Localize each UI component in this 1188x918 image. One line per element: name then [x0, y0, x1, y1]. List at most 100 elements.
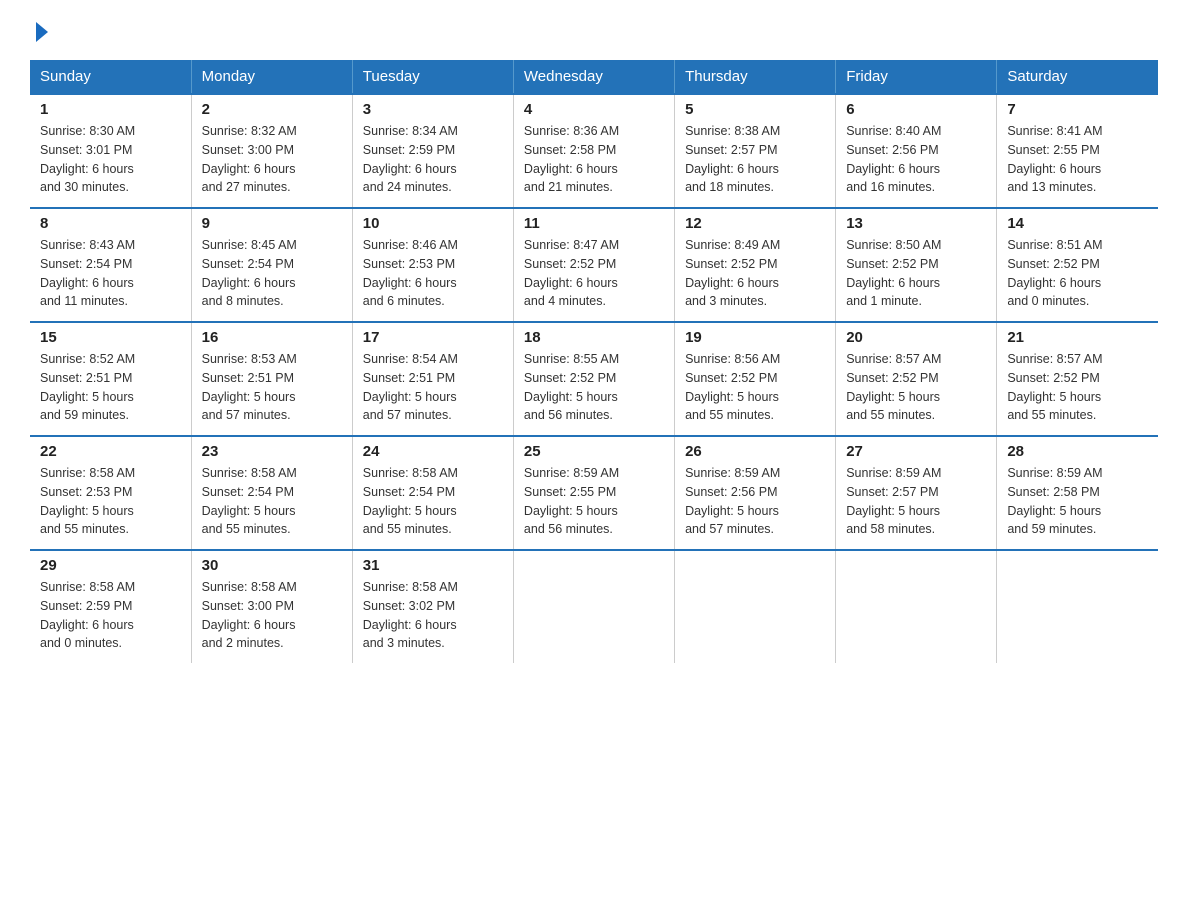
day-info: Sunrise: 8:32 AM Sunset: 3:00 PM Dayligh…	[202, 122, 342, 197]
day-number: 31	[363, 557, 503, 574]
day-cell: 16 Sunrise: 8:53 AM Sunset: 2:51 PM Dayli…	[191, 322, 352, 436]
day-info: Sunrise: 8:36 AM Sunset: 2:58 PM Dayligh…	[524, 122, 664, 197]
day-info: Sunrise: 8:56 AM Sunset: 2:52 PM Dayligh…	[685, 350, 825, 425]
day-info: Sunrise: 8:50 AM Sunset: 2:52 PM Dayligh…	[846, 236, 986, 311]
day-number: 2	[202, 101, 342, 118]
day-info: Sunrise: 8:57 AM Sunset: 2:52 PM Dayligh…	[1007, 350, 1148, 425]
day-cell: 8 Sunrise: 8:43 AM Sunset: 2:54 PM Daylig…	[30, 208, 191, 322]
week-row-4: 22 Sunrise: 8:58 AM Sunset: 2:53 PM Dayli…	[30, 436, 1158, 550]
day-cell: 10 Sunrise: 8:46 AM Sunset: 2:53 PM Dayli…	[352, 208, 513, 322]
day-cell: 7 Sunrise: 8:41 AM Sunset: 2:55 PM Daylig…	[997, 94, 1158, 208]
day-number: 15	[40, 329, 181, 346]
day-info: Sunrise: 8:55 AM Sunset: 2:52 PM Dayligh…	[524, 350, 664, 425]
day-number: 6	[846, 101, 986, 118]
day-cell: 13 Sunrise: 8:50 AM Sunset: 2:52 PM Dayli…	[836, 208, 997, 322]
day-number: 29	[40, 557, 181, 574]
day-cell: 3 Sunrise: 8:34 AM Sunset: 2:59 PM Daylig…	[352, 94, 513, 208]
day-cell: 19 Sunrise: 8:56 AM Sunset: 2:52 PM Dayli…	[675, 322, 836, 436]
day-info: Sunrise: 8:53 AM Sunset: 2:51 PM Dayligh…	[202, 350, 342, 425]
day-cell: 22 Sunrise: 8:58 AM Sunset: 2:53 PM Dayli…	[30, 436, 191, 550]
day-info: Sunrise: 8:57 AM Sunset: 2:52 PM Dayligh…	[846, 350, 986, 425]
day-cell: 26 Sunrise: 8:59 AM Sunset: 2:56 PM Dayli…	[675, 436, 836, 550]
day-cell: 5 Sunrise: 8:38 AM Sunset: 2:57 PM Daylig…	[675, 94, 836, 208]
day-number: 9	[202, 215, 342, 232]
weekday-header-saturday: Saturday	[997, 60, 1158, 94]
day-number: 16	[202, 329, 342, 346]
day-cell: 4 Sunrise: 8:36 AM Sunset: 2:58 PM Daylig…	[513, 94, 674, 208]
day-cell: 11 Sunrise: 8:47 AM Sunset: 2:52 PM Dayli…	[513, 208, 674, 322]
day-info: Sunrise: 8:40 AM Sunset: 2:56 PM Dayligh…	[846, 122, 986, 197]
day-info: Sunrise: 8:58 AM Sunset: 2:54 PM Dayligh…	[363, 464, 503, 539]
day-number: 28	[1007, 443, 1148, 460]
week-row-2: 8 Sunrise: 8:43 AM Sunset: 2:54 PM Daylig…	[30, 208, 1158, 322]
calendar-header: SundayMondayTuesdayWednesdayThursdayFrid…	[30, 60, 1158, 94]
day-number: 20	[846, 329, 986, 346]
day-number: 3	[363, 101, 503, 118]
day-cell	[675, 550, 836, 663]
day-cell: 23 Sunrise: 8:58 AM Sunset: 2:54 PM Dayli…	[191, 436, 352, 550]
day-number: 5	[685, 101, 825, 118]
week-row-3: 15 Sunrise: 8:52 AM Sunset: 2:51 PM Dayli…	[30, 322, 1158, 436]
day-cell: 20 Sunrise: 8:57 AM Sunset: 2:52 PM Dayli…	[836, 322, 997, 436]
weekday-header-row: SundayMondayTuesdayWednesdayThursdayFrid…	[30, 60, 1158, 94]
day-info: Sunrise: 8:58 AM Sunset: 2:54 PM Dayligh…	[202, 464, 342, 539]
day-cell: 1 Sunrise: 8:30 AM Sunset: 3:01 PM Daylig…	[30, 94, 191, 208]
day-cell: 12 Sunrise: 8:49 AM Sunset: 2:52 PM Dayli…	[675, 208, 836, 322]
day-cell: 15 Sunrise: 8:52 AM Sunset: 2:51 PM Dayli…	[30, 322, 191, 436]
weekday-header-monday: Monday	[191, 60, 352, 94]
day-info: Sunrise: 8:45 AM Sunset: 2:54 PM Dayligh…	[202, 236, 342, 311]
weekday-header-friday: Friday	[836, 60, 997, 94]
day-info: Sunrise: 8:30 AM Sunset: 3:01 PM Dayligh…	[40, 122, 181, 197]
day-info: Sunrise: 8:54 AM Sunset: 2:51 PM Dayligh…	[363, 350, 503, 425]
day-number: 1	[40, 101, 181, 118]
day-cell: 25Sunrise: 8:59 AM Sunset: 2:55 PM Dayli…	[513, 436, 674, 550]
day-number: 14	[1007, 215, 1148, 232]
weekday-header-wednesday: Wednesday	[513, 60, 674, 94]
day-info: Sunrise: 8:58 AM Sunset: 3:02 PM Dayligh…	[363, 578, 503, 653]
day-info: Sunrise: 8:41 AM Sunset: 2:55 PM Dayligh…	[1007, 122, 1148, 197]
day-number: 10	[363, 215, 503, 232]
day-info: Sunrise: 8:43 AM Sunset: 2:54 PM Dayligh…	[40, 236, 181, 311]
week-row-1: 1 Sunrise: 8:30 AM Sunset: 3:01 PM Daylig…	[30, 94, 1158, 208]
day-number: 21	[1007, 329, 1148, 346]
day-number: 27	[846, 443, 986, 460]
day-cell: 17Sunrise: 8:54 AM Sunset: 2:51 PM Dayli…	[352, 322, 513, 436]
header	[30, 20, 1158, 42]
day-number: 26	[685, 443, 825, 460]
day-info: Sunrise: 8:34 AM Sunset: 2:59 PM Dayligh…	[363, 122, 503, 197]
day-info: Sunrise: 8:58 AM Sunset: 3:00 PM Dayligh…	[202, 578, 342, 653]
day-cell	[513, 550, 674, 663]
day-info: Sunrise: 8:58 AM Sunset: 2:53 PM Dayligh…	[40, 464, 181, 539]
day-number: 22	[40, 443, 181, 460]
calendar-table: SundayMondayTuesdayWednesdayThursdayFrid…	[30, 60, 1158, 663]
day-info: Sunrise: 8:52 AM Sunset: 2:51 PM Dayligh…	[40, 350, 181, 425]
day-cell: 18Sunrise: 8:55 AM Sunset: 2:52 PM Dayli…	[513, 322, 674, 436]
day-number: 19	[685, 329, 825, 346]
day-cell: 24 Sunrise: 8:58 AM Sunset: 2:54 PM Dayli…	[352, 436, 513, 550]
day-cell	[836, 550, 997, 663]
day-number: 8	[40, 215, 181, 232]
day-cell: 31 Sunrise: 8:58 AM Sunset: 3:02 PM Dayli…	[352, 550, 513, 663]
day-number: 11	[524, 215, 664, 232]
day-cell: 6 Sunrise: 8:40 AM Sunset: 2:56 PM Daylig…	[836, 94, 997, 208]
day-info: Sunrise: 8:49 AM Sunset: 2:52 PM Dayligh…	[685, 236, 825, 311]
day-number: 30	[202, 557, 342, 574]
day-info: Sunrise: 8:46 AM Sunset: 2:53 PM Dayligh…	[363, 236, 503, 311]
day-cell	[997, 550, 1158, 663]
day-number: 12	[685, 215, 825, 232]
day-number: 23	[202, 443, 342, 460]
day-info: Sunrise: 8:47 AM Sunset: 2:52 PM Dayligh…	[524, 236, 664, 311]
day-info: Sunrise: 8:59 AM Sunset: 2:58 PM Dayligh…	[1007, 464, 1148, 539]
day-number: 4	[524, 101, 664, 118]
day-cell: 30 Sunrise: 8:58 AM Sunset: 3:00 PM Dayli…	[191, 550, 352, 663]
logo	[30, 20, 48, 42]
day-number: 7	[1007, 101, 1148, 118]
day-info: Sunrise: 8:59 AM Sunset: 2:56 PM Dayligh…	[685, 464, 825, 539]
week-row-5: 29Sunrise: 8:58 AM Sunset: 2:59 PM Dayli…	[30, 550, 1158, 663]
weekday-header-sunday: Sunday	[30, 60, 191, 94]
day-info: Sunrise: 8:51 AM Sunset: 2:52 PM Dayligh…	[1007, 236, 1148, 311]
day-number: 24	[363, 443, 503, 460]
day-info: Sunrise: 8:38 AM Sunset: 2:57 PM Dayligh…	[685, 122, 825, 197]
day-number: 13	[846, 215, 986, 232]
day-cell: 14 Sunrise: 8:51 AM Sunset: 2:52 PM Dayli…	[997, 208, 1158, 322]
